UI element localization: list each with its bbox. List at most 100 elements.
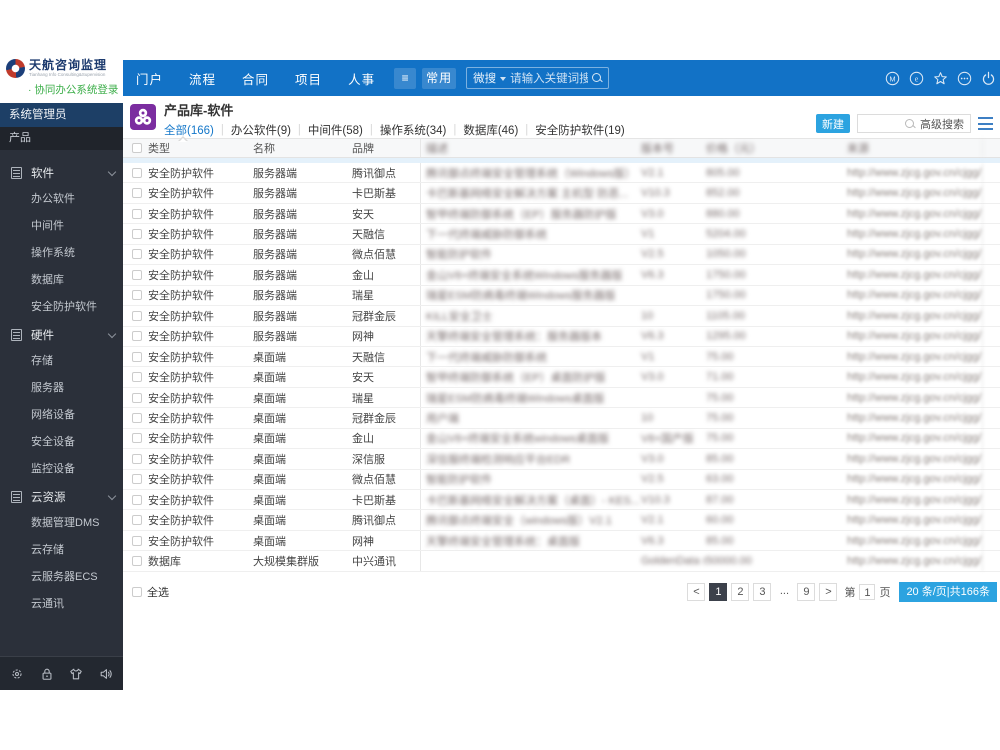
theme-icon[interactable] [69, 667, 83, 681]
search-icon[interactable] [592, 73, 602, 83]
row-checkbox[interactable] [132, 167, 142, 178]
page-next[interactable]: > [819, 582, 838, 601]
page-3[interactable]: 3 [753, 582, 772, 601]
header-checkbox[interactable] [132, 143, 142, 153]
row-checkbox[interactable] [132, 290, 142, 301]
row-checkbox[interactable] [132, 556, 142, 567]
tab-全部(166)[interactable]: 全部(166) [164, 122, 214, 138]
page-prev[interactable]: < [687, 582, 706, 601]
sidebar-item-数据库[interactable]: 数据库 [0, 267, 123, 294]
col-brand[interactable]: 品牌 [352, 139, 421, 157]
row-checkbox[interactable] [132, 372, 142, 383]
row-checkbox[interactable] [132, 494, 142, 505]
speaker-icon[interactable] [99, 667, 113, 681]
cell-source[interactable]: http://www.zjcg.gov.cn/cjgg/ [847, 203, 983, 224]
cell-source[interactable]: http://www.zjcg.gov.cn/cjgg/ [847, 408, 983, 428]
row-checkbox[interactable] [132, 310, 142, 321]
select-all-checkbox[interactable] [132, 586, 142, 597]
cell-source[interactable]: http://www.zjcg.gov.cn/cjgg/ [847, 326, 983, 346]
sidebar-item-网络设备[interactable]: 网络设备 [0, 402, 123, 429]
row-checkbox[interactable] [132, 331, 142, 342]
list-view-icon[interactable] [978, 117, 993, 130]
message-circle-icon[interactable]: e [909, 71, 924, 86]
oa-login-link[interactable]: · 协同办公系统登录 [28, 82, 123, 97]
sidebar-item-安全防护软件[interactable]: 安全防护软件 [0, 294, 123, 321]
col-price[interactable]: 价格（元） [706, 140, 847, 156]
tab-安全防护软件(19)[interactable]: 安全防护软件(19) [535, 122, 624, 138]
row-checkbox[interactable] [132, 249, 142, 260]
tab-数据库(46)[interactable]: 数据库(46) [463, 122, 518, 138]
col-name[interactable]: 名称 [253, 140, 352, 156]
row-checkbox[interactable] [132, 229, 142, 240]
row-checkbox[interactable] [132, 392, 142, 403]
col-desc[interactable]: 描述 [421, 140, 641, 156]
advanced-search-icon[interactable] [905, 118, 915, 129]
nav-burger-icon[interactable]: ≡ [394, 67, 417, 89]
page-9[interactable]: 9 [797, 582, 816, 601]
col-type[interactable]: 类型 [148, 140, 253, 156]
cell-source[interactable]: http://www.zjcg.gov.cn/cjgg/ [847, 346, 983, 367]
sidebar-item-存储[interactable]: 存储 [0, 348, 123, 375]
cell-source[interactable]: http://www.zjcg.gov.cn/cjgg/ [847, 183, 983, 203]
col-source[interactable]: 来源 [847, 139, 983, 157]
sidebar-item-监控设备[interactable]: 监控设备 [0, 456, 123, 483]
star-icon[interactable] [933, 71, 948, 86]
row-checkbox[interactable] [132, 351, 142, 362]
row-checkbox[interactable] [132, 412, 142, 423]
sidebar-item-云通讯[interactable]: 云通讯 [0, 591, 123, 618]
cell-source[interactable]: http://www.zjcg.gov.cn/cjgg/ [847, 490, 983, 510]
advanced-search-input[interactable] [862, 118, 900, 130]
page-2[interactable]: 2 [731, 582, 750, 601]
nav-item-人事[interactable]: 人事 [335, 69, 388, 88]
cell-source[interactable]: http://www.zjcg.gov.cn/cjgg/ [847, 428, 983, 449]
cell-source[interactable]: http://www.zjcg.gov.cn/cjgg/ [847, 285, 983, 306]
new-button[interactable]: 新建 [816, 114, 850, 133]
row-checkbox[interactable] [132, 474, 142, 485]
more-circle-icon[interactable] [957, 71, 972, 86]
sidebar-section-product[interactable]: 产品 [0, 127, 123, 150]
row-checkbox[interactable] [132, 188, 142, 199]
sidebar-item-数据管理DMS[interactable]: 数据管理DMS [0, 510, 123, 537]
row-checkbox[interactable] [132, 453, 142, 464]
global-search[interactable]: 微搜 请输入关键词搜 [466, 67, 610, 89]
page-1[interactable]: 1 [709, 582, 728, 601]
sidebar-item-操作系统[interactable]: 操作系统 [0, 240, 123, 267]
sidebar-item-云存储[interactable]: 云存储 [0, 537, 123, 564]
cell-source[interactable]: http://www.zjcg.gov.cn/cjgg/ [847, 449, 983, 469]
nav-item-合同[interactable]: 合同 [229, 69, 282, 88]
sidebar-item-服务器[interactable]: 服务器 [0, 375, 123, 402]
power-icon[interactable] [981, 71, 996, 86]
search-input[interactable]: 请输入关键词搜 [510, 70, 588, 86]
cell-source[interactable]: http://www.zjcg.gov.cn/cjgg/ [847, 244, 983, 265]
row-checkbox[interactable] [132, 433, 142, 444]
m-circle-icon[interactable]: M [885, 71, 900, 86]
nav-item-门户[interactable]: 门户 [123, 69, 176, 88]
tab-中间件(58)[interactable]: 中间件(58) [308, 122, 363, 138]
page-size-summary[interactable]: 20 条/页|共166条 [899, 581, 997, 602]
cell-source[interactable]: http://www.zjcg.gov.cn/cjgg/ [847, 469, 983, 489]
advanced-search-label[interactable]: 高级搜索 [920, 116, 964, 132]
sidebar-item-云服务器ECS[interactable]: 云服务器ECS [0, 564, 123, 591]
row-checkbox[interactable] [132, 535, 142, 546]
row-checkbox[interactable] [132, 515, 142, 526]
sidebar-group-软件[interactable]: 软件 [0, 159, 123, 186]
select-all[interactable]: 全选 [132, 584, 169, 600]
cell-source[interactable]: http://www.zjcg.gov.cn/cjgg/ [847, 224, 983, 244]
sidebar-item-安全设备[interactable]: 安全设备 [0, 429, 123, 456]
search-scope-label[interactable]: 微搜 [473, 70, 496, 86]
sidebar-group-云资源[interactable]: 云资源 [0, 483, 123, 510]
gear-icon[interactable] [10, 667, 24, 681]
sidebar-item-办公软件[interactable]: 办公软件 [0, 186, 123, 213]
lock-icon[interactable] [40, 667, 54, 681]
cell-source[interactable]: http://www.zjcg.gov.cn/cjgg/ [847, 387, 983, 408]
nav-item-项目[interactable]: 项目 [282, 69, 335, 88]
advanced-search-box[interactable]: 高级搜索 [857, 114, 971, 133]
col-version[interactable]: 版本号 [641, 140, 706, 156]
tab-操作系统(34)[interactable]: 操作系统(34) [380, 122, 446, 138]
sidebar-group-硬件[interactable]: 硬件 [0, 321, 123, 348]
row-checkbox[interactable] [132, 208, 142, 219]
nav-item-流程[interactable]: 流程 [176, 69, 229, 88]
cell-source[interactable]: http://www.zjcg.gov.cn/cjgg/ [847, 265, 983, 285]
cell-source[interactable]: http://www.zjcg.gov.cn/cjgg/ [847, 367, 983, 387]
jump-input[interactable]: 1 [859, 583, 876, 600]
